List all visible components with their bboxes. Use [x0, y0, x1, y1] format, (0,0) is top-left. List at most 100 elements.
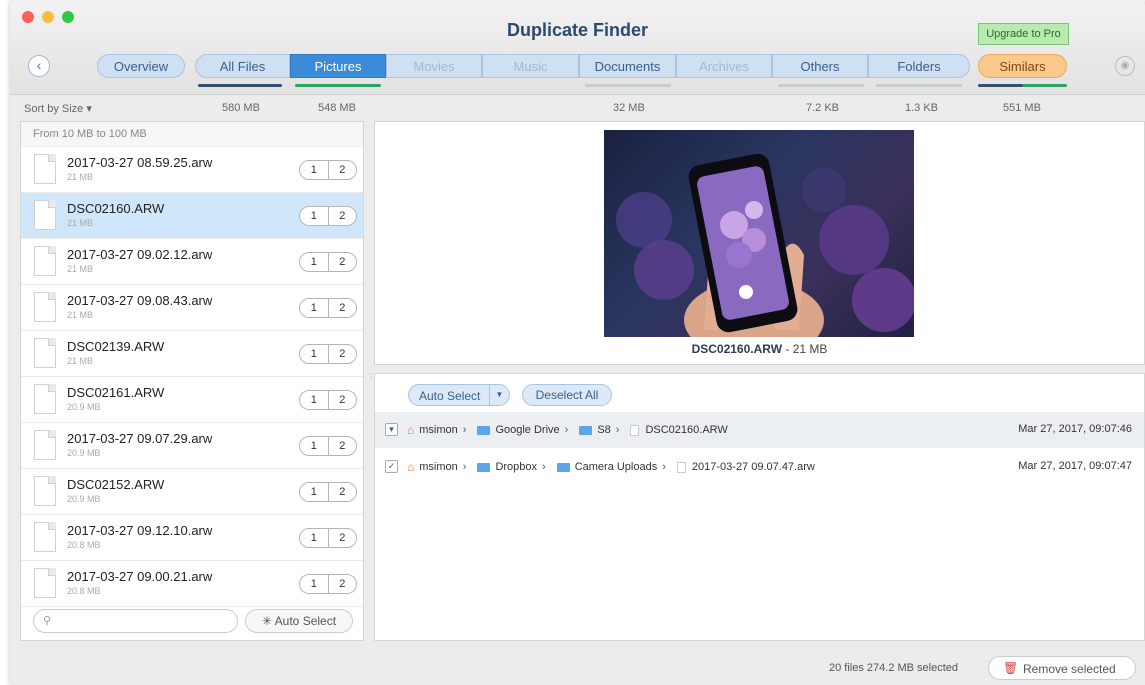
- tab-overview[interactable]: Overview: [97, 54, 185, 78]
- file-size: 20.8 MB: [67, 540, 101, 550]
- documents-size: 32 MB: [613, 102, 645, 114]
- document-icon: [34, 246, 56, 276]
- list-item[interactable]: 2017-03-27 09.02.12.arw 21 MB 12: [21, 239, 363, 285]
- pill-one[interactable]: 1: [300, 483, 328, 501]
- pill-two[interactable]: 2: [327, 437, 357, 455]
- pill-two[interactable]: 2: [327, 253, 357, 271]
- file-name: 2017-03-27 09.07.29.arw: [67, 431, 213, 446]
- tab-documents[interactable]: Documents: [579, 54, 676, 78]
- duplicate-count-pill[interactable]: 12: [299, 574, 357, 594]
- list-item[interactable]: DSC02161.ARW 20.9 MB 12: [21, 377, 363, 423]
- tab-movies[interactable]: Movies: [386, 54, 482, 78]
- table-row[interactable]: ▾ ⌂ msimon › Google Drive › S8 › DSC0216…: [375, 412, 1144, 448]
- tab-folders[interactable]: Folders: [868, 54, 970, 78]
- list-item[interactable]: 2017-03-27 09.12.10.arw 20.8 MB 12: [21, 515, 363, 561]
- sort-label: Sort by Size: [24, 103, 84, 115]
- pill-one[interactable]: 1: [300, 529, 328, 547]
- pill-two[interactable]: 2: [327, 345, 357, 363]
- preview-image: [604, 130, 914, 337]
- tab-others[interactable]: Others: [772, 54, 868, 78]
- back-button[interactable]: ‹: [28, 55, 50, 77]
- duplicate-count-pill[interactable]: 12: [299, 344, 357, 364]
- duplicate-count-pill[interactable]: 12: [299, 206, 357, 226]
- duplicate-details-panel: Auto Select ▼ Deselect All ▾ ⌂ msimon › …: [374, 373, 1145, 641]
- folder-icon: [579, 425, 593, 435]
- table-row[interactable]: ✓ ⌂ msimon › Dropbox › Camera Uploads › …: [375, 449, 1144, 485]
- remove-selected-button[interactable]: 🗑 Remove selected: [988, 656, 1136, 680]
- auto-select-button[interactable]: ✳ Auto Select: [245, 609, 353, 633]
- path-folder: Dropbox: [495, 461, 538, 473]
- file-name: DSC02161.ARW: [67, 385, 165, 400]
- deselect-all-button[interactable]: Deselect All: [522, 384, 612, 406]
- auto-select-menu-button[interactable]: Auto Select ▼: [408, 384, 510, 406]
- document-icon: [34, 522, 56, 552]
- file-name: DSC02152.ARW: [67, 477, 165, 492]
- list-item[interactable]: 2017-03-27 09.08.43.arw 21 MB 12: [21, 285, 363, 331]
- pill-one[interactable]: 1: [300, 437, 328, 455]
- pill-two[interactable]: 2: [327, 161, 357, 179]
- upgrade-button[interactable]: Upgrade to Pro: [978, 23, 1069, 45]
- document-icon: [34, 476, 56, 506]
- duplicate-count-pill[interactable]: 12: [299, 298, 357, 318]
- file-size: 21 MB: [67, 356, 94, 366]
- pill-two[interactable]: 2: [327, 483, 357, 501]
- row-checkbox[interactable]: ✓: [385, 460, 398, 473]
- file-size: 20.8 MB: [67, 586, 101, 596]
- file-name: 2017-03-27 08.59.25.arw: [67, 155, 213, 170]
- chevron-down-icon[interactable]: ▼: [489, 385, 509, 405]
- list-item[interactable]: DSC02152.ARW 20.9 MB 12: [21, 469, 363, 515]
- list-item[interactable]: 2017-03-27 08.59.25.arw 21 MB 12: [21, 147, 363, 193]
- pill-one[interactable]: 1: [300, 207, 328, 225]
- pill-one[interactable]: 1: [300, 345, 328, 363]
- document-icon: [34, 384, 56, 414]
- tab-music[interactable]: Music: [482, 54, 579, 78]
- list-item[interactable]: DSC02139.ARW 21 MB 12: [21, 331, 363, 377]
- pill-two[interactable]: 2: [327, 575, 357, 593]
- tab-similars[interactable]: Similars: [978, 54, 1067, 78]
- file-size: 21 MB: [67, 264, 94, 274]
- file-path: ⌂ msimon › Google Drive › S8 › DSC02160.…: [407, 423, 728, 437]
- status-bar: 20 files 274.2 MB selected 🗑 Remove sele…: [10, 648, 1145, 685]
- pill-one[interactable]: 1: [300, 161, 328, 179]
- file-name: 2017-03-27 09.12.10.arw: [67, 523, 213, 538]
- pill-two[interactable]: 2: [327, 529, 357, 547]
- tab-archives[interactable]: Archives: [676, 54, 772, 78]
- duplicate-count-pill[interactable]: 12: [299, 390, 357, 410]
- path-separator-icon: ›: [462, 424, 467, 436]
- document-icon: [34, 430, 56, 460]
- tab-all-files[interactable]: All Files: [195, 54, 290, 78]
- tab-pictures[interactable]: Pictures: [290, 54, 386, 78]
- pill-one[interactable]: 1: [300, 253, 328, 271]
- duplicate-count-pill[interactable]: 12: [299, 436, 357, 456]
- pill-two[interactable]: 2: [327, 299, 357, 317]
- pill-one[interactable]: 1: [300, 299, 328, 317]
- path-folder: Google Drive: [495, 424, 560, 436]
- duplicate-count-pill[interactable]: 12: [299, 252, 357, 272]
- file-name: 2017-03-27 09.08.43.arw: [67, 293, 213, 308]
- list-item[interactable]: 2017-03-27 09.07.29.arw 20.9 MB 12: [21, 423, 363, 469]
- preview-file-name: DSC02160.ARW: [691, 342, 783, 356]
- home-icon: ⌂: [407, 460, 415, 474]
- path-user: msimon: [419, 424, 458, 436]
- duplicate-count-pill[interactable]: 12: [299, 482, 357, 502]
- rss-icon[interactable]: ◉: [1115, 56, 1135, 76]
- sort-dropdown[interactable]: Sort by Size ▾: [24, 102, 92, 115]
- list-item[interactable]: DSC02160.ARW 21 MB 12: [21, 193, 363, 239]
- list-item[interactable]: 2017-03-27 09.00.21.arw 20.8 MB 12: [21, 561, 363, 607]
- file-size: 21 MB: [67, 218, 94, 228]
- row-menu-checkbox[interactable]: ▾: [385, 423, 398, 436]
- duplicate-count-pill[interactable]: 12: [299, 160, 357, 180]
- remove-selected-label: Remove selected: [1023, 662, 1116, 676]
- pill-one[interactable]: 1: [300, 575, 328, 593]
- duplicate-count-pill[interactable]: 12: [299, 528, 357, 548]
- duplicate-file-list: From 10 MB to 100 MB 2017-03-27 08.59.25…: [20, 121, 364, 641]
- pill-two[interactable]: 2: [327, 207, 357, 225]
- file-size: 20.9 MB: [67, 448, 101, 458]
- pill-two[interactable]: 2: [327, 391, 357, 409]
- document-icon: [34, 154, 56, 184]
- pill-one[interactable]: 1: [300, 391, 328, 409]
- similars-size: 551 MB: [1003, 102, 1041, 114]
- search-input[interactable]: ⚲: [33, 609, 238, 633]
- splitter-handle[interactable]: ⋮: [367, 372, 375, 381]
- preview-caption: DSC02160.ARW - 21 MB: [375, 342, 1144, 356]
